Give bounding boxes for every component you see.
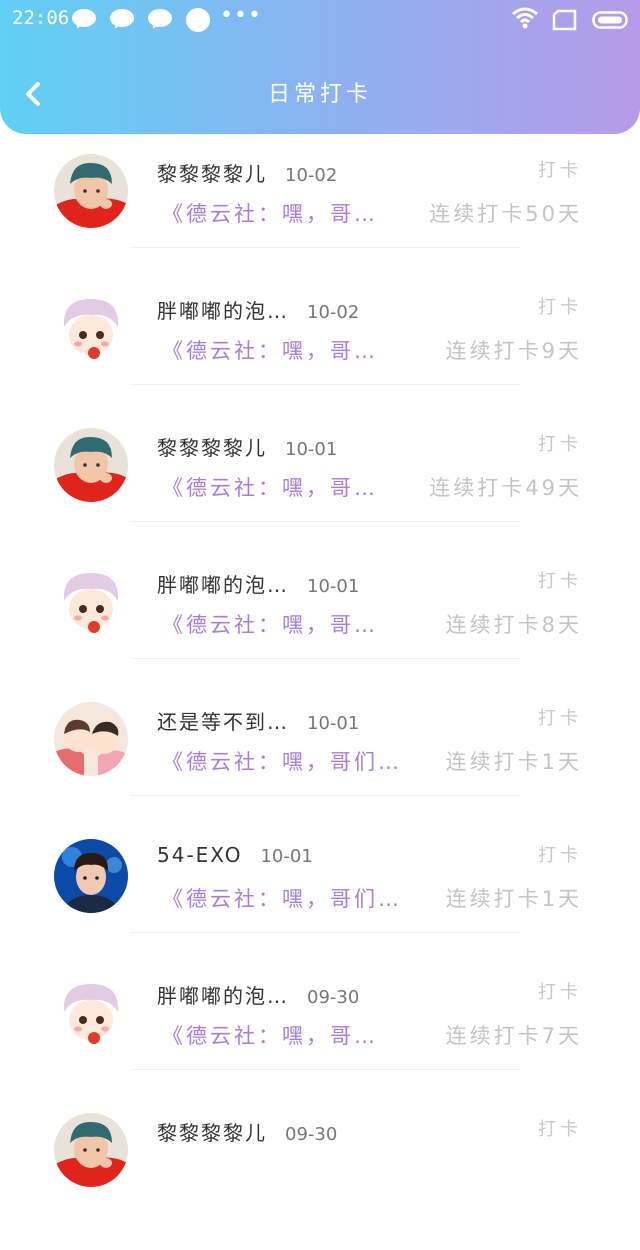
checkin-date: 10-01 (307, 576, 360, 597)
streak-count: 连续打卡7天 (445, 1024, 582, 1048)
checkin-row[interactable]: 黎黎黎黎儿 09-30 打卡 (0, 1113, 640, 1250)
row-divider (130, 384, 520, 385)
user-name-text: 黎黎黎黎儿 (157, 436, 267, 460)
checkin-label: 打卡 (538, 297, 582, 318)
user-avatar[interactable] (54, 1113, 128, 1187)
streak-count: 连续打卡50天 (429, 202, 582, 226)
checkin-row[interactable]: 54-EXO 10-01 打卡《德云社：嘿，哥们… 连续打卡1天 (0, 839, 640, 976)
more-notifications-icon: ••• (220, 3, 262, 28)
checkin-row[interactable]: 胖嘟嘟的泡… 10-02 打卡《德云社：嘿，哥… 连续打卡9天 (0, 291, 640, 428)
row-divider (130, 658, 520, 659)
article-link[interactable]: 《德云社：嘿，哥… (162, 335, 378, 365)
user-name-text: 胖嘟嘟的泡… (157, 573, 289, 597)
user-avatar[interactable] (54, 839, 128, 913)
user-name: 胖嘟嘟的泡… 09-30 (157, 980, 359, 1009)
article-link[interactable]: 《德云社：嘿，哥们… (162, 746, 402, 776)
wifi-icon (512, 7, 538, 29)
user-name: 胖嘟嘟的泡… 10-01 (157, 569, 359, 598)
row-divider (130, 521, 520, 522)
checkin-date: 10-01 (307, 713, 360, 734)
article-link[interactable]: 《德云社：嘿，哥们… (162, 883, 402, 913)
status-bar: 22:06 ••• (0, 0, 640, 40)
user-name: 54-EXO 10-01 (157, 843, 313, 867)
checkin-label: 打卡 (538, 571, 582, 592)
streak-count: 连续打卡49天 (429, 476, 582, 500)
checkin-label: 打卡 (538, 708, 582, 729)
article-link[interactable]: 《德云社：嘿，哥… (162, 472, 378, 502)
user-avatar[interactable] (54, 428, 128, 502)
user-avatar[interactable] (54, 702, 128, 776)
user-avatar[interactable] (54, 976, 128, 1050)
checkin-date: 09-30 (285, 1124, 338, 1145)
checkin-row[interactable]: 还是等不到… 10-01 打卡《德云社：嘿，哥们… 连续打卡1天 (0, 702, 640, 839)
row-divider (130, 932, 520, 933)
checkin-date: 09-30 (307, 987, 360, 1008)
status-time: 22:06 (12, 7, 70, 29)
row-divider (130, 247, 520, 248)
checkin-label: 打卡 (538, 160, 582, 181)
streak-count: 连续打卡1天 (445, 750, 582, 774)
checkin-date: 10-02 (285, 165, 338, 186)
row-divider (130, 1069, 520, 1070)
checkin-label: 打卡 (538, 982, 582, 1003)
user-name: 黎黎黎黎儿 09-30 (157, 1117, 337, 1146)
sim-card-icon (552, 9, 577, 31)
user-name-text: 黎黎黎黎儿 (157, 162, 267, 186)
checkin-label: 打卡 (538, 1119, 582, 1140)
chat-notification-icon (110, 9, 134, 31)
user-name: 黎黎黎黎儿 10-01 (157, 432, 337, 461)
user-avatar[interactable] (54, 565, 128, 639)
battery-icon (592, 11, 628, 29)
user-name: 胖嘟嘟的泡… 10-02 (157, 295, 359, 324)
checkin-row[interactable]: 胖嘟嘟的泡… 10-01 打卡《德云社：嘿，哥… 连续打卡8天 (0, 565, 640, 702)
checkin-row[interactable]: 胖嘟嘟的泡… 09-30 打卡《德云社：嘿，哥… 连续打卡7天 (0, 976, 640, 1113)
app-header: 22:06 ••• 日常打卡 (0, 0, 640, 134)
row-divider (130, 795, 520, 796)
article-link[interactable]: 《德云社：嘿，哥… (162, 1020, 378, 1050)
checkin-label: 打卡 (538, 434, 582, 455)
user-name: 黎黎黎黎儿 10-02 (157, 158, 337, 187)
chat-notification-icon (72, 9, 96, 31)
checkin-date: 10-02 (307, 302, 360, 323)
user-avatar[interactable] (54, 291, 128, 365)
checkin-row[interactable]: 黎黎黎黎儿 10-01 打卡《德云社：嘿，哥… 连续打卡49天 (0, 428, 640, 565)
checkin-row[interactable]: 黎黎黎黎儿 10-02 打卡《德云社：嘿，哥… 连续打卡50天 (0, 154, 640, 291)
streak-count: 连续打卡1天 (445, 887, 582, 911)
article-link[interactable]: 《德云社：嘿，哥… (162, 198, 378, 228)
checkin-date: 10-01 (260, 846, 313, 867)
checkin-date: 10-01 (285, 439, 338, 460)
article-link[interactable]: 《德云社：嘿，哥… (162, 609, 378, 639)
user-name: 还是等不到… 10-01 (157, 706, 359, 735)
chat-notification-icon (148, 9, 172, 31)
user-name-text: 胖嘟嘟的泡… (157, 984, 289, 1008)
user-name-text: 54-EXO (157, 843, 243, 867)
user-name-text: 还是等不到… (157, 710, 289, 734)
streak-count: 连续打卡9天 (445, 339, 582, 363)
app-notification-icon (186, 8, 210, 32)
user-avatar[interactable] (54, 154, 128, 228)
page-title: 日常打卡 (267, 82, 372, 107)
user-name-text: 黎黎黎黎儿 (157, 1121, 267, 1145)
user-name-text: 胖嘟嘟的泡… (157, 299, 289, 323)
checkin-label: 打卡 (538, 845, 582, 866)
streak-count: 连续打卡8天 (445, 613, 582, 637)
